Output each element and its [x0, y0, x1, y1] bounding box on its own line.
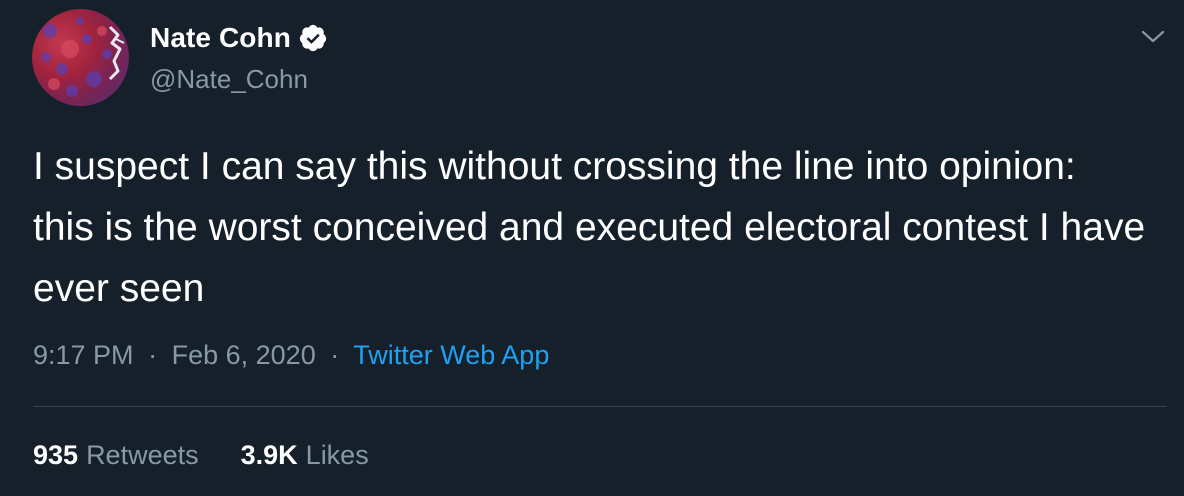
handle[interactable]: @Nate_Cohn: [150, 64, 328, 95]
tweet-stats: 935 Retweets 3.9K Likes: [33, 440, 369, 471]
tweet-text: I suspect I can say this without crossin…: [33, 145, 1156, 310]
retweets-label: Retweets: [86, 440, 199, 470]
display-name[interactable]: Nate Cohn: [150, 22, 291, 54]
tweet-date[interactable]: Feb 6, 2020: [172, 340, 316, 370]
likes-stat[interactable]: 3.9K Likes: [241, 440, 369, 471]
meta-separator: ·: [330, 340, 340, 370]
avatar[interactable]: [32, 9, 129, 106]
meta-separator: ·: [148, 340, 158, 370]
name-row: Nate Cohn: [150, 20, 328, 56]
retweets-count: 935: [33, 440, 79, 470]
tweet-source-link[interactable]: Twitter Web App: [353, 340, 549, 370]
likes-count: 3.9K: [240, 440, 298, 470]
divider: [33, 406, 1167, 407]
retweets-stat[interactable]: 935 Retweets: [33, 440, 199, 471]
chevron-down-icon[interactable]: [1138, 22, 1168, 52]
verified-badge-icon: [298, 23, 328, 53]
author-block[interactable]: Nate Cohn @Nate_Cohn: [150, 20, 328, 95]
tweet-card: Nate Cohn @Nate_Cohn I suspect I can say…: [0, 0, 1184, 496]
tweet-meta: 9:17 PM · Feb 6, 2020 · Twitter Web App: [33, 340, 549, 371]
likes-label: Likes: [305, 440, 369, 470]
tweet-time[interactable]: 9:17 PM: [33, 340, 134, 370]
avatar-map-icon: [41, 17, 125, 97]
